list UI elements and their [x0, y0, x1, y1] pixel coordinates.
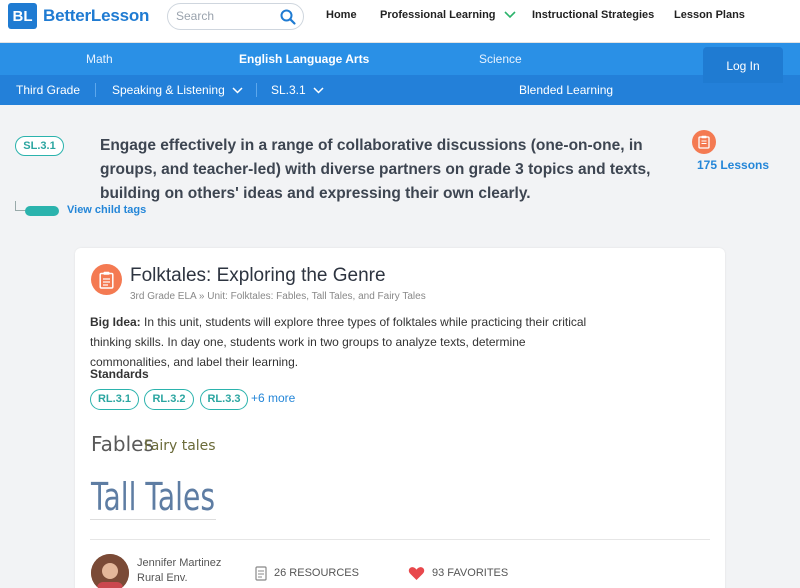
lesson-type-icon	[91, 264, 122, 295]
document-icon	[255, 566, 267, 581]
subject-ela[interactable]: English Language Arts	[239, 52, 369, 66]
nav-lesson-plans[interactable]: Lesson Plans	[674, 9, 745, 21]
child-tags-toggle[interactable]	[25, 206, 59, 216]
crumb-strand-label: Speaking & Listening	[112, 83, 225, 97]
subject-math[interactable]: Math	[86, 52, 113, 66]
login-button[interactable]: Log In	[703, 47, 783, 83]
top-header: BL BetterLesson Home Professional Learni…	[0, 0, 800, 43]
lesson-thumbnail[interactable]: Fables Fairy tales Tall Tales	[90, 426, 216, 520]
crumb-strand[interactable]: Speaking & Listening	[112, 83, 243, 97]
nav-professional-learning-label: Professional Learning	[380, 9, 496, 21]
view-child-tags-link[interactable]: View child tags	[67, 204, 146, 216]
search-icon[interactable]	[279, 8, 297, 26]
search-input[interactable]	[176, 9, 276, 23]
standard-tag[interactable]: RL.3.2	[144, 389, 194, 410]
subject-bar: Math English Language Arts Science	[0, 43, 800, 75]
lesson-subtitle: 3rd Grade ELA » Unit: Folktales: Fables,…	[130, 291, 426, 302]
standard-tag[interactable]: RL.3.1	[90, 389, 139, 410]
crumb-divider	[95, 83, 96, 97]
crumb-standard-label: SL.3.1	[271, 83, 306, 97]
crumb-blended-learning[interactable]: Blended Learning	[519, 83, 613, 97]
author-avatar[interactable]	[91, 554, 129, 588]
nav-professional-learning[interactable]: Professional Learning	[380, 9, 516, 21]
crumb-divider	[256, 83, 257, 97]
author-name: Jennifer Martinez	[137, 557, 222, 569]
standard-code-badge: SL.3.1	[15, 136, 64, 156]
resources-count: 26 RESOURCES	[274, 567, 359, 579]
nav-home[interactable]: Home	[326, 9, 357, 21]
standards-label: Standards	[90, 367, 149, 381]
chevron-down-icon	[232, 87, 243, 94]
favorites-count: 93 FAVORITES	[432, 567, 509, 579]
nav-instructional-strategies[interactable]: Instructional Strategies	[532, 9, 654, 21]
crumb-standard[interactable]: SL.3.1	[271, 83, 324, 97]
lesson-card[interactable]: Folktales: Exploring the Genre 3rd Grade…	[75, 248, 725, 588]
clipboard-icon	[99, 271, 114, 289]
breadcrumb: Third Grade Speaking & Listening SL.3.1 …	[0, 75, 800, 105]
lessons-count-link[interactable]: 175 Lessons	[697, 158, 769, 172]
standard-tag[interactable]: RL.3.3	[200, 389, 248, 410]
crumb-grade[interactable]: Third Grade	[16, 83, 80, 97]
logo[interactable]: BL BetterLesson	[8, 3, 149, 29]
big-idea: Big Idea: In this unit, students will ex…	[90, 312, 590, 372]
author-location: Rural Env.	[137, 572, 188, 584]
author-info[interactable]: Jennifer Martinez Rural Env.	[137, 556, 221, 586]
logo-mark: BL	[8, 3, 37, 29]
heart-icon[interactable]	[408, 566, 425, 581]
svg-text:Tall Tales: Tall Tales	[90, 475, 215, 519]
big-idea-label: Big Idea:	[90, 315, 141, 329]
logo-text: BetterLesson	[43, 6, 150, 25]
svg-text:Fairy tales: Fairy tales	[144, 438, 216, 454]
search-box[interactable]	[167, 3, 304, 30]
standard-description: Engage effectively in a range of collabo…	[100, 137, 651, 202]
folktales-thumbnail-image: Fables Fairy tales Tall Tales	[90, 432, 216, 519]
chevron-down-icon	[504, 11, 516, 19]
clipboard-icon	[698, 135, 710, 149]
subject-science[interactable]: Science	[479, 52, 522, 66]
big-idea-text: In this unit, students will explore thre…	[90, 315, 587, 369]
more-standards-link[interactable]: +6 more	[251, 391, 295, 405]
chevron-down-icon	[313, 87, 324, 94]
lesson-icon	[692, 130, 716, 154]
card-divider	[90, 539, 710, 540]
lesson-title[interactable]: Folktales: Exploring the Genre	[130, 265, 386, 287]
